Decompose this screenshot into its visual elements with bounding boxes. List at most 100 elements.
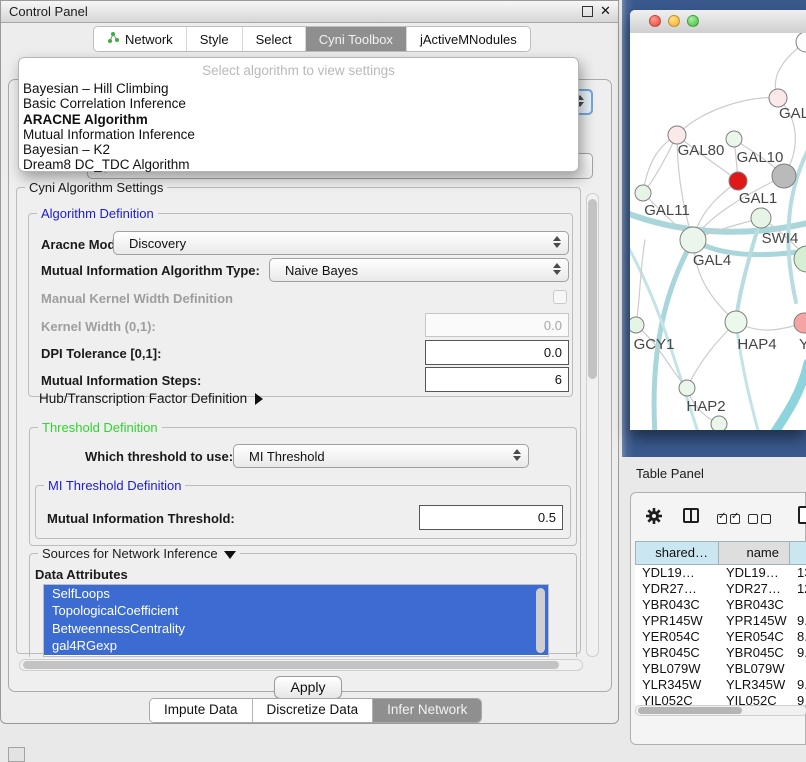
kernel-width-field[interactable] <box>425 313 569 337</box>
table-cell[interactable]: YBL079W <box>635 661 719 677</box>
table-cell[interactable]: 13 <box>790 565 806 581</box>
settings-horizontal-scrollbar[interactable] <box>19 659 583 671</box>
zoom-traffic-light-icon[interactable] <box>687 15 699 27</box>
network-node[interactable] <box>751 208 771 228</box>
network-node[interactable] <box>679 380 695 396</box>
table-row[interactable]: YLR345WYLR345W9. <box>635 677 806 693</box>
table-cell[interactable]: YPR145W <box>719 613 790 629</box>
network-node[interactable] <box>635 185 651 201</box>
settings-vertical-scrollbar[interactable] <box>586 193 599 657</box>
table-cell[interactable]: YIL052C <box>719 693 790 705</box>
dpi-tolerance-field[interactable] <box>425 340 569 365</box>
data-attribute-item[interactable]: BetweennessCentrality <box>44 620 548 637</box>
table-cell[interactable]: 9 <box>790 693 806 705</box>
table-row[interactable]: YDR27…YDR27…12 <box>635 581 806 597</box>
algorithm-option[interactable]: Basic Correlation Inference <box>23 96 576 111</box>
table-cell[interactable] <box>790 597 806 613</box>
split-columns-icon[interactable] <box>683 508 699 523</box>
data-attribute-item[interactable]: TopologicalCoefficient <box>44 602 548 619</box>
close-traffic-light-icon[interactable] <box>649 15 661 27</box>
attributes-list-scrollbar[interactable] <box>536 588 545 653</box>
network-node[interactable] <box>729 172 747 190</box>
table-cell[interactable]: YER054C <box>719 629 790 645</box>
table-cell[interactable]: YBR045C <box>635 645 719 661</box>
table-cell[interactable] <box>790 661 806 677</box>
settings-hscrollbar-thumb[interactable] <box>23 661 559 669</box>
table-cell[interactable]: YLR345W <box>719 677 790 693</box>
network-node[interactable] <box>725 311 747 333</box>
minimize-traffic-light-icon[interactable] <box>668 15 680 27</box>
network-node[interactable] <box>711 416 727 430</box>
mi-algorithm-type-combobox[interactable]: Naive Bayes <box>269 258 569 282</box>
apply-button[interactable]: Apply <box>274 676 342 699</box>
network-node[interactable] <box>794 313 806 333</box>
tab-network[interactable]: Network <box>94 27 187 51</box>
table-row[interactable]: YPR145WYPR145W9. <box>635 613 806 629</box>
network-edge[interactable] <box>636 240 645 325</box>
network-node[interactable] <box>772 164 796 188</box>
network-node[interactable] <box>630 317 644 333</box>
gear-icon[interactable] <box>645 507 663 530</box>
table-cell[interactable]: 8. <box>790 629 806 645</box>
table-row[interactable]: YER054CYER054C8. <box>635 629 806 645</box>
tab-style[interactable]: Style <box>187 27 243 51</box>
table-cell[interactable]: YDR27… <box>635 581 719 597</box>
tab-select[interactable]: Select <box>243 27 306 51</box>
table-cell[interactable]: 9. <box>790 613 806 629</box>
sources-group-title[interactable]: Sources for Network Inference <box>38 546 240 561</box>
tab-cyni-toolbox[interactable]: Cyni Toolbox <box>306 27 407 51</box>
which-threshold-combobox[interactable]: MI Threshold <box>233 444 529 468</box>
manual-kernel-width-checkbox[interactable] <box>553 290 567 304</box>
table-cell[interactable]: 9. <box>790 645 806 661</box>
network-edge[interactable] <box>643 135 677 193</box>
table-cell[interactable]: YDL19… <box>635 565 719 581</box>
tab-impute-data[interactable]: Impute Data <box>150 699 253 722</box>
network-edge[interactable] <box>687 322 736 388</box>
table-cell[interactable]: YBR043C <box>635 597 719 613</box>
mi-steps-field[interactable] <box>425 367 569 392</box>
algorithm-option[interactable]: Dream8 DC_TDC Algorithm <box>23 157 576 172</box>
table-hscrollbar-thumb[interactable] <box>638 707 742 714</box>
column-header-partial[interactable] <box>790 541 806 565</box>
table-cell[interactable]: YBR045C <box>719 645 790 661</box>
table-cell[interactable]: YBR043C <box>719 597 790 613</box>
table-cell[interactable]: YLR345W <box>635 677 719 693</box>
table-row[interactable]: YBR043CYBR043C <box>635 597 806 613</box>
control-panel-titlebar[interactable]: Control Panel ✕ <box>1 1 618 23</box>
tab-discretize-data[interactable]: Discretize Data <box>253 699 374 722</box>
float-window-icon[interactable] <box>582 6 593 17</box>
column-header-shared-name[interactable]: shared… <box>635 541 719 565</box>
settings-scrollbar-thumb[interactable] <box>588 199 597 379</box>
network-edge[interactable] <box>677 98 778 135</box>
network-window-titlebar[interactable] <box>630 10 806 34</box>
table-cell[interactable]: YDL19… <box>719 565 790 581</box>
table-row[interactable]: YDL19…YDL19…13 <box>635 565 806 581</box>
select-all-checkboxes-icon[interactable]: ✓✓ <box>717 511 743 529</box>
network-canvas[interactable]: GALGAL80GAL10GAL11GAL1SWI4GAL4GCY1HAP4YH… <box>630 33 806 430</box>
table-horizontal-scrollbar[interactable] <box>635 705 806 716</box>
algorithm-option[interactable]: Bayesian – K2 <box>23 142 576 157</box>
table-cell[interactable]: YBL079W <box>719 661 790 677</box>
table-cell[interactable]: YIL052C <box>635 693 719 705</box>
deselect-all-checkboxes-icon[interactable] <box>748 511 774 529</box>
network-edge[interactable] <box>643 135 677 193</box>
aracne-mode-combobox[interactable]: Discovery <box>113 231 569 255</box>
column-header-name[interactable]: name <box>719 541 790 565</box>
table-row[interactable]: YIL052CYIL052C9 <box>635 693 806 705</box>
table-cell[interactable]: 12 <box>790 581 806 597</box>
mutual-information-threshold-field[interactable] <box>419 505 563 530</box>
table-cell[interactable]: YER054C <box>635 629 719 645</box>
data-attribute-item[interactable]: gal4RGexp <box>44 637 548 654</box>
table-cell[interactable]: YPR145W <box>635 613 719 629</box>
tab-jactivemnodules[interactable]: jActiveMNodules <box>407 27 530 51</box>
network-node[interactable] <box>680 227 706 253</box>
tab-infer-network[interactable]: Infer Network <box>373 699 481 722</box>
algorithm-option[interactable]: Mutual Information Inference <box>23 127 576 142</box>
network-edge[interactable] <box>768 363 806 430</box>
file-icon[interactable] <box>798 506 806 524</box>
data-attributes-list[interactable]: SelfLoopsTopologicalCoefficientBetweenne… <box>43 584 549 657</box>
data-attribute-item[interactable]: SelfLoops <box>44 585 548 602</box>
hub-transcription-factor-section[interactable]: Hub/Transcription Factor Definition <box>39 391 263 406</box>
table-row[interactable]: YBR045CYBR045C9. <box>635 645 806 661</box>
network-node[interactable] <box>726 131 742 147</box>
